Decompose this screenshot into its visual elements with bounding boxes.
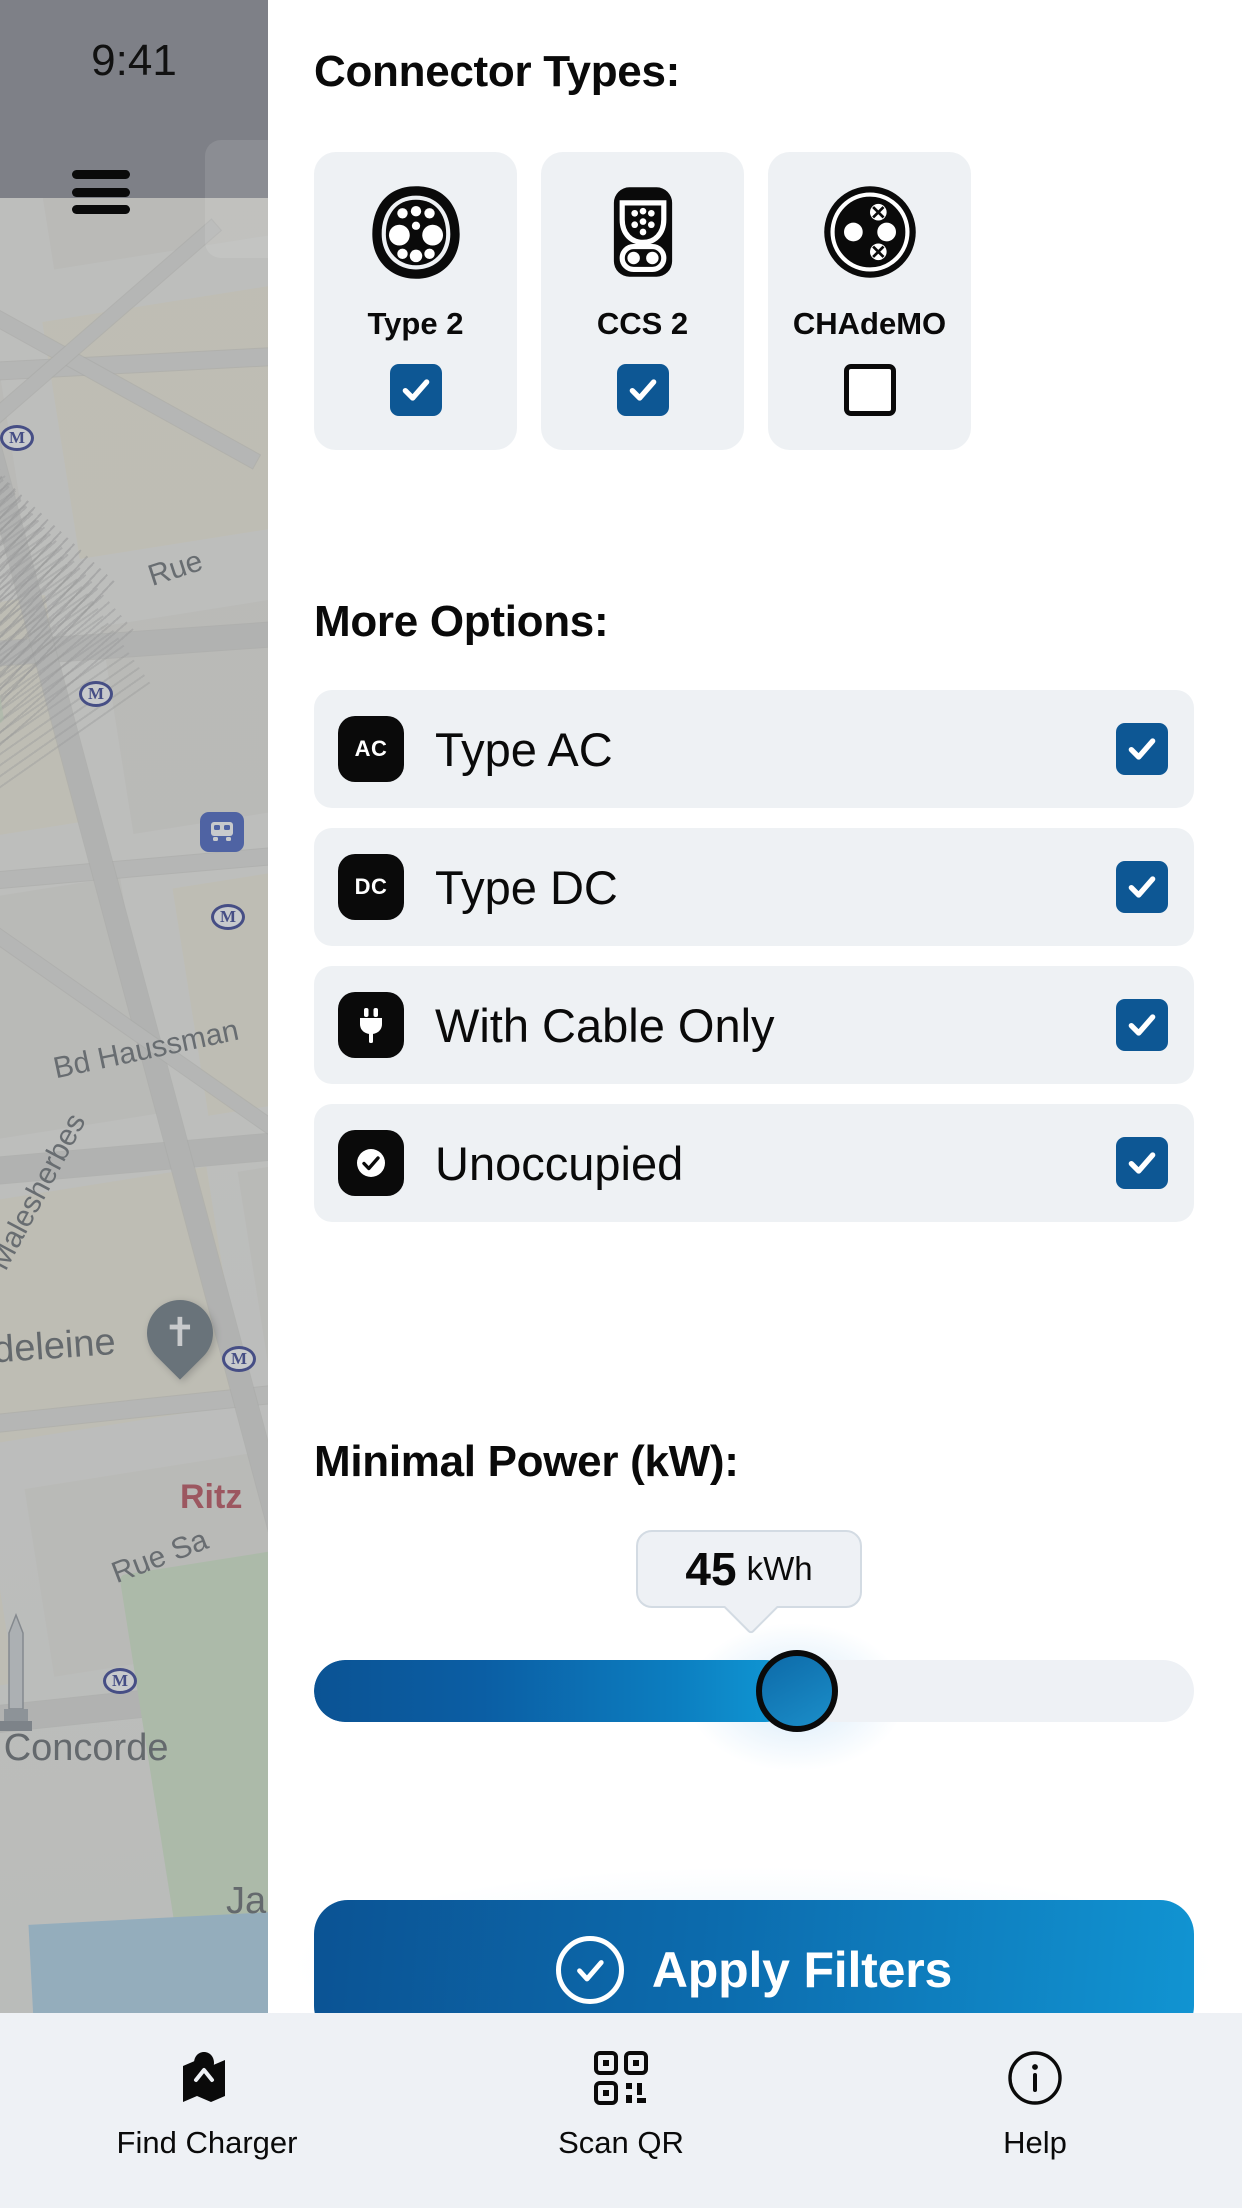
- check-icon: [1128, 1152, 1156, 1174]
- dc-badge-icon: DC: [338, 854, 404, 920]
- slider-value-tooltip: 45 kWh: [636, 1530, 862, 1608]
- connector-card-ccs2[interactable]: CCS 2: [541, 152, 744, 450]
- power-slider-fill: [314, 1660, 796, 1722]
- option-row-unoccupied[interactable]: Unoccupied: [314, 1104, 1194, 1222]
- nav-item-scan-qr[interactable]: Scan QR: [414, 2013, 828, 2208]
- type2-connector-icon: [371, 186, 460, 279]
- slider-value: 45: [685, 1543, 737, 1595]
- option-label: Type AC: [435, 722, 613, 776]
- status-time: 9:41: [91, 36, 177, 85]
- nav-label: Find Charger: [116, 2124, 298, 2160]
- option-checkbox-unoccupied[interactable]: [1116, 1137, 1168, 1189]
- qr-code-icon: [590, 2047, 652, 2109]
- hamburger-bar: [72, 187, 130, 197]
- check-circle-icon: [555, 1936, 624, 2004]
- slider-value-unit: kWh: [746, 1550, 813, 1587]
- check-icon: [629, 379, 656, 401]
- check-circle-icon-wrap: [338, 1130, 404, 1196]
- chademo-connector-icon: [823, 186, 916, 278]
- app-root: Rue Bd Haussman Malesherbes adeleine Rit…: [0, 0, 1242, 2208]
- nav-item-help[interactable]: Help: [828, 2013, 1242, 2208]
- connector-label: CCS 2: [596, 306, 689, 341]
- map-icon: [176, 2047, 238, 2109]
- check-icon: [576, 1960, 604, 1982]
- connector-card-type2[interactable]: Type 2: [314, 152, 517, 450]
- hamburger-menu-icon[interactable]: [72, 170, 130, 214]
- connector-checkbox-type2[interactable]: [389, 364, 442, 416]
- ac-badge-icon: AC: [338, 716, 404, 782]
- check-icon: [402, 379, 429, 401]
- plug-icon: [360, 1008, 382, 1043]
- option-row-with-cable-only[interactable]: With Cable Only: [314, 966, 1194, 1084]
- check-icon: [1128, 876, 1156, 898]
- connector-checkbox-chademo[interactable]: [843, 364, 896, 416]
- filter-panel: Connector Types: Type 2 CCS 2 CHAdeMO Mo…: [268, 0, 1242, 2013]
- option-checkbox-type-dc[interactable]: [1116, 861, 1168, 913]
- power-slider-thumb[interactable]: [756, 1650, 838, 1732]
- check-icon: [1128, 738, 1156, 760]
- nav-label: Help: [1003, 2124, 1067, 2160]
- option-row-type-dc[interactable]: DC Type DC: [314, 828, 1194, 946]
- option-row-type-ac[interactable]: AC Type AC: [314, 690, 1194, 808]
- minimal-power-title: Minimal Power (kW):: [314, 1437, 739, 1486]
- nav-label: Scan QR: [558, 2124, 684, 2160]
- hamburger-bar: [72, 170, 130, 179]
- check-icon: [1128, 1014, 1156, 1036]
- more-options-list: AC Type AC DC Type DC With Cable Only Un…: [314, 690, 1194, 1222]
- info-circle-icon: [1004, 2047, 1066, 2109]
- ccs2-connector-icon: [613, 187, 672, 277]
- option-checkbox-type-ac[interactable]: [1116, 723, 1168, 775]
- option-label: Unoccupied: [435, 1136, 684, 1190]
- plug-icon-wrap: [338, 992, 404, 1058]
- hamburger-bar: [72, 205, 130, 214]
- option-checkbox-with-cable-only[interactable]: [1116, 999, 1168, 1051]
- option-label: Type DC: [435, 860, 618, 914]
- connector-checkbox-ccs2[interactable]: [616, 364, 669, 416]
- connector-types-title: Connector Types:: [314, 47, 680, 96]
- connector-label: CHAdeMO: [792, 306, 947, 341]
- nav-item-find-charger[interactable]: Find Charger: [0, 2013, 414, 2208]
- apply-filters-label: Apply Filters: [651, 1942, 953, 1998]
- connector-types-row: Type 2 CCS 2 CHAdeMO: [314, 152, 1194, 450]
- check-circle-icon: [357, 1149, 385, 1177]
- map-dim-overlay: [0, 198, 268, 2013]
- connector-label: Type 2: [367, 306, 464, 341]
- power-slider-track[interactable]: [314, 1660, 1194, 1722]
- connector-card-chademo[interactable]: CHAdeMO: [768, 152, 971, 450]
- apply-filters-button[interactable]: Apply Filters: [314, 1900, 1194, 2013]
- option-label: With Cable Only: [435, 998, 775, 1052]
- tooltip-pointer: [717, 1606, 781, 1662]
- more-options-title: More Options:: [314, 597, 609, 646]
- bottom-navigation-bar: Find Charger Scan QR Help: [0, 2013, 1242, 2208]
- map-view[interactable]: Rue Bd Haussman Malesherbes adeleine Rit…: [0, 0, 268, 2013]
